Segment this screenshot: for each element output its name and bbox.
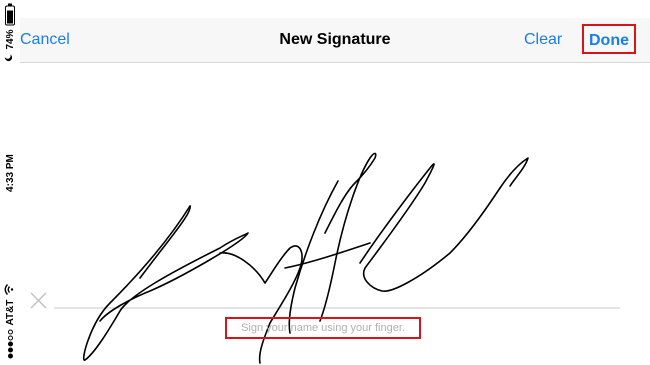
navigation-bar: New Signature Cancel Clear Done <box>20 18 650 63</box>
cancel-button[interactable]: Cancel <box>20 18 70 62</box>
clear-button[interactable]: Clear <box>524 18 562 62</box>
status-bar: AT&T 4:33 PM 74% <box>0 0 20 365</box>
battery-percent: 74% <box>4 29 16 50</box>
done-button[interactable]: Done <box>582 24 636 54</box>
wifi-icon <box>4 284 17 296</box>
battery-icon <box>5 5 15 26</box>
signature-screen: AT&T 4:33 PM 74% New Signature Cancel Cl… <box>0 0 650 365</box>
signature-hint: Sign your name using your finger. <box>225 317 421 339</box>
carrier-label: AT&T <box>4 299 16 326</box>
moon-icon <box>4 54 16 63</box>
close-icon <box>30 292 47 309</box>
status-time: 4:33 PM <box>4 154 16 192</box>
signal-dots-icon <box>7 329 13 359</box>
